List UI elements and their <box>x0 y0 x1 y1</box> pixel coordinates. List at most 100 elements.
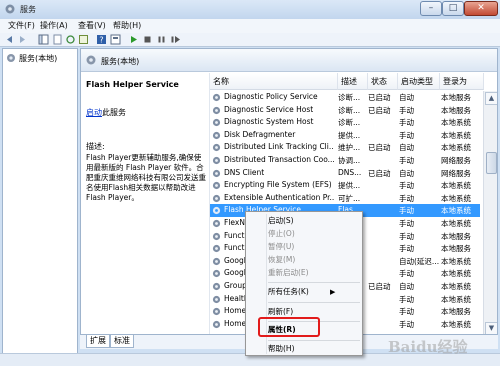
service-row[interactable]: DNS Client DNS... 已启动 自动 网络服务 <box>210 167 480 180</box>
column-header-startup-type[interactable]: 启动类型 <box>398 73 440 90</box>
service-startup-type-cell: 手动 <box>399 269 414 279</box>
service-description-cell: 维护... <box>338 143 361 153</box>
service-log-on-as-cell: 本地系统 <box>441 281 471 291</box>
close-button[interactable]: ✕ <box>464 1 498 16</box>
service-status-cell: 已启动 <box>368 93 391 102</box>
description-label: 描述: <box>86 142 105 151</box>
service-row[interactable]: Encrypting File System (EFS) 提供... 手动 本地系统 <box>210 179 480 192</box>
context-menu-start[interactable]: 启动(S) <box>268 215 294 227</box>
services-window: 服务 – □ ✕ 文件(F) 操作(A) 查看(V) 帮助(H) ? 服务(本地… <box>0 0 500 366</box>
start-service-line: 启动此服务 <box>86 107 126 118</box>
context-menu-restart: 重新启动(E) <box>268 268 309 277</box>
service-row[interactable]: Distributed Transaction Coo... 协调... 手动 网络服… <box>210 154 480 167</box>
back-icon[interactable] <box>4 34 15 45</box>
scroll-thumb[interactable] <box>486 152 497 174</box>
context-menu-separator <box>268 302 360 303</box>
service-row[interactable]: Diagnostic Service Host 诊断... 已启动 手动 本地服务 <box>210 104 480 117</box>
service-gear-icon <box>212 194 221 202</box>
stop-service-icon[interactable] <box>142 34 153 45</box>
context-menu-pause: 暂停(U) <box>268 242 295 251</box>
service-status-cell: 已启动 <box>368 143 391 153</box>
service-row[interactable]: Diagnostic Policy Service 诊断... 已启动 自动 本地服务 <box>210 91 480 104</box>
menu-view[interactable]: 查看(V) <box>78 20 106 31</box>
tab-standard[interactable]: 标准 <box>110 335 134 348</box>
show-hide-tree-icon[interactable] <box>38 34 49 45</box>
service-gear-icon <box>212 257 221 265</box>
column-header-description[interactable]: 描述 <box>338 73 368 90</box>
pane-header-title: 服务(本地) <box>101 57 140 66</box>
service-startup-type-cell: 手动 <box>399 130 414 140</box>
service-name-cell: Distributed Link Tracking Cli... <box>224 142 334 152</box>
context-menu-all-tasks[interactable]: 所有任务(K) <box>268 286 309 298</box>
maximize-button[interactable]: □ <box>442 1 464 16</box>
service-description-cell: 诊断... <box>338 93 361 102</box>
tree-item-services-local[interactable]: 服务(本地) <box>6 52 76 64</box>
service-description-cell: 提供... <box>338 181 361 191</box>
start-service-link[interactable]: 启动 <box>86 108 102 117</box>
service-log-on-as-cell: 本地服务 <box>441 244 471 254</box>
service-startup-type-cell: 手动 <box>399 206 414 216</box>
export-list-icon[interactable] <box>78 34 89 45</box>
service-gear-icon <box>212 232 221 240</box>
menu-help[interactable]: 帮助(H) <box>113 20 141 31</box>
context-menu-help[interactable]: 帮助(H) <box>268 343 295 355</box>
service-log-on-as-cell: 本地系统 <box>441 193 471 203</box>
service-description-panel: Flash Helper Service 启动此服务 描述: Flash Pla… <box>81 73 209 334</box>
service-startup-type-cell: 手动 <box>399 218 414 228</box>
help-icon[interactable]: ? <box>96 34 107 45</box>
service-name-cell: Encrypting File System (EFS) <box>224 180 332 190</box>
service-name-cell: DNS Client <box>224 167 265 177</box>
service-name-cell: Extensible Authentication Pr... <box>224 192 334 202</box>
service-startup-type-cell: 手动 <box>399 155 414 165</box>
context-menu-stop: 停止(O) <box>268 229 295 238</box>
service-log-on-as-cell: 本地服务 <box>441 105 471 115</box>
service-startup-type-cell: 手动 <box>399 105 414 115</box>
service-gear-icon <box>212 131 221 139</box>
vertical-scrollbar[interactable]: ▲ ▼ <box>483 91 497 334</box>
service-log-on-as-cell: 本地服务 <box>441 307 471 317</box>
scroll-down-arrow-icon[interactable]: ▼ <box>485 322 497 334</box>
column-header-log-on-as[interactable]: 登录为 <box>440 73 484 90</box>
service-name-cell: Disk Defragmenter <box>224 129 296 139</box>
service-name-cell: Diagnostic Service Host <box>224 104 314 114</box>
scroll-up-arrow-icon[interactable]: ▲ <box>485 92 497 105</box>
menu-action[interactable]: 操作(A) <box>40 20 68 31</box>
service-gear-icon <box>212 144 221 152</box>
context-menu-separator <box>268 340 360 341</box>
service-row[interactable]: Distributed Link Tracking Cli... 维护... 已启动… <box>210 141 480 154</box>
service-log-on-as-cell: 本地系统 <box>441 118 471 128</box>
service-row[interactable]: Disk Defragmenter 提供... 手动 本地系统 <box>210 129 480 142</box>
window-title: 服务 <box>20 5 36 14</box>
start-service-icon[interactable] <box>128 34 139 45</box>
refresh-icon[interactable] <box>65 34 76 45</box>
submenu-arrow-icon: ▶ <box>330 288 336 296</box>
pane-header: 服务(本地) <box>81 49 497 72</box>
toolbar: ? <box>0 33 500 47</box>
menu-file[interactable]: 文件(F) <box>8 20 35 31</box>
context-menu-separator <box>268 282 360 283</box>
forward-icon[interactable] <box>17 34 28 45</box>
minimize-button[interactable]: – <box>420 1 442 16</box>
service-log-on-as-cell: 本地服务 <box>441 93 471 102</box>
service-log-on-as-cell: 本地服务 <box>441 231 471 241</box>
service-gear-icon <box>212 182 221 190</box>
service-gear-icon <box>212 282 221 291</box>
service-gear-icon <box>212 156 221 165</box>
service-row[interactable]: Diagnostic System Host 诊断... 手动 本地系统 <box>210 116 480 129</box>
service-log-on-as-cell: 网络服务 <box>441 155 471 165</box>
service-description-cell: 可扩... <box>338 193 361 203</box>
console-icon[interactable] <box>110 34 121 45</box>
column-header-status[interactable]: 状态 <box>368 73 398 90</box>
column-header-name[interactable]: 名称 <box>210 73 338 90</box>
service-description-cell: 协调... <box>338 155 361 165</box>
service-row[interactable]: Extensible Authentication Pr... 可扩... 手动 本地… <box>210 192 480 205</box>
service-gear-icon <box>212 106 221 114</box>
tab-extended[interactable]: 扩展 <box>86 335 110 348</box>
pause-service-icon[interactable] <box>156 34 167 45</box>
services-gear-icon <box>7 54 15 62</box>
service-log-on-as-cell: 网络服务 <box>441 168 471 178</box>
properties-sheet-icon[interactable] <box>52 34 63 45</box>
title-bar: 服务 – □ ✕ <box>0 0 500 19</box>
restart-service-icon[interactable] <box>170 34 181 45</box>
service-description-cell: 诊断... <box>338 118 361 128</box>
